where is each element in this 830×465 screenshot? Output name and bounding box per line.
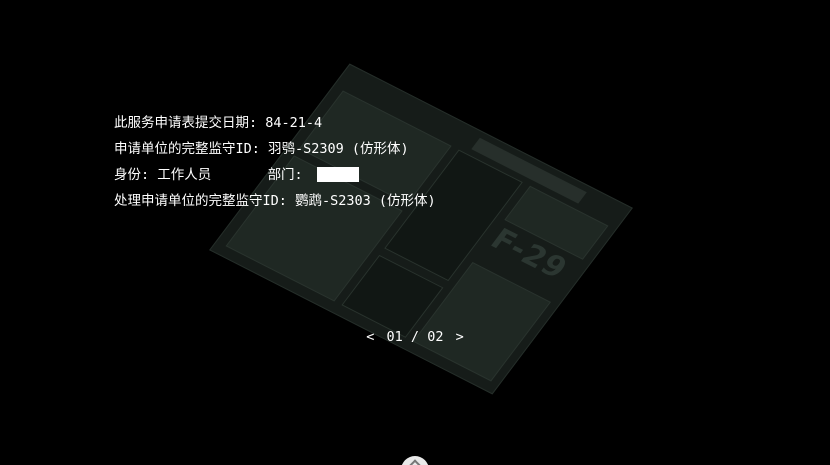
chevron-up-icon[interactable] — [401, 456, 429, 465]
next-page-button[interactable]: > — [452, 329, 468, 345]
identity-row: 身份: 工作人员 部门: — [114, 162, 436, 188]
prev-page-button[interactable]: < — [362, 329, 378, 345]
submit-date-label: 此服务申请表提交日期: — [114, 115, 258, 131]
current-page: 01 — [386, 329, 403, 345]
identity-label: 身份: — [114, 167, 150, 183]
submit-date-value: 84-21-4 — [265, 115, 323, 131]
processing-unit-row: 处理申请单位的完整监守ID: 鹦鹉-S2303 (仿形体) — [114, 188, 436, 214]
processing-unit-label: 处理申请单位的完整监守ID: — [114, 193, 287, 209]
form-cell — [412, 262, 551, 382]
department-redacted-box — [316, 166, 359, 182]
viewer-stage: F-29 此服务申请表提交日期: 84-21-4 申请单位的完整监守ID: 羽鸮… — [0, 0, 830, 465]
department-label: 部门: — [267, 167, 303, 183]
identity-value: 工作人员 — [157, 167, 212, 183]
applicant-unit-row: 申请单位的完整监守ID: 羽鸮-S2309 (仿形体) — [114, 136, 436, 162]
page-separator: / — [410, 329, 420, 345]
total-pages: 02 — [427, 329, 444, 345]
application-info: 此服务申请表提交日期: 84-21-4 申请单位的完整监守ID: 羽鸮-S230… — [114, 110, 436, 214]
processing-unit-value: 鹦鹉-S2303 (仿形体) — [295, 193, 436, 209]
applicant-unit-value: 羽鸮-S2309 (仿形体) — [268, 141, 409, 157]
applicant-unit-label: 申请单位的完整监守ID: — [114, 141, 260, 157]
submit-date-row: 此服务申请表提交日期: 84-21-4 — [114, 110, 436, 136]
page-navigator: < 01 / 02 > — [0, 329, 830, 345]
